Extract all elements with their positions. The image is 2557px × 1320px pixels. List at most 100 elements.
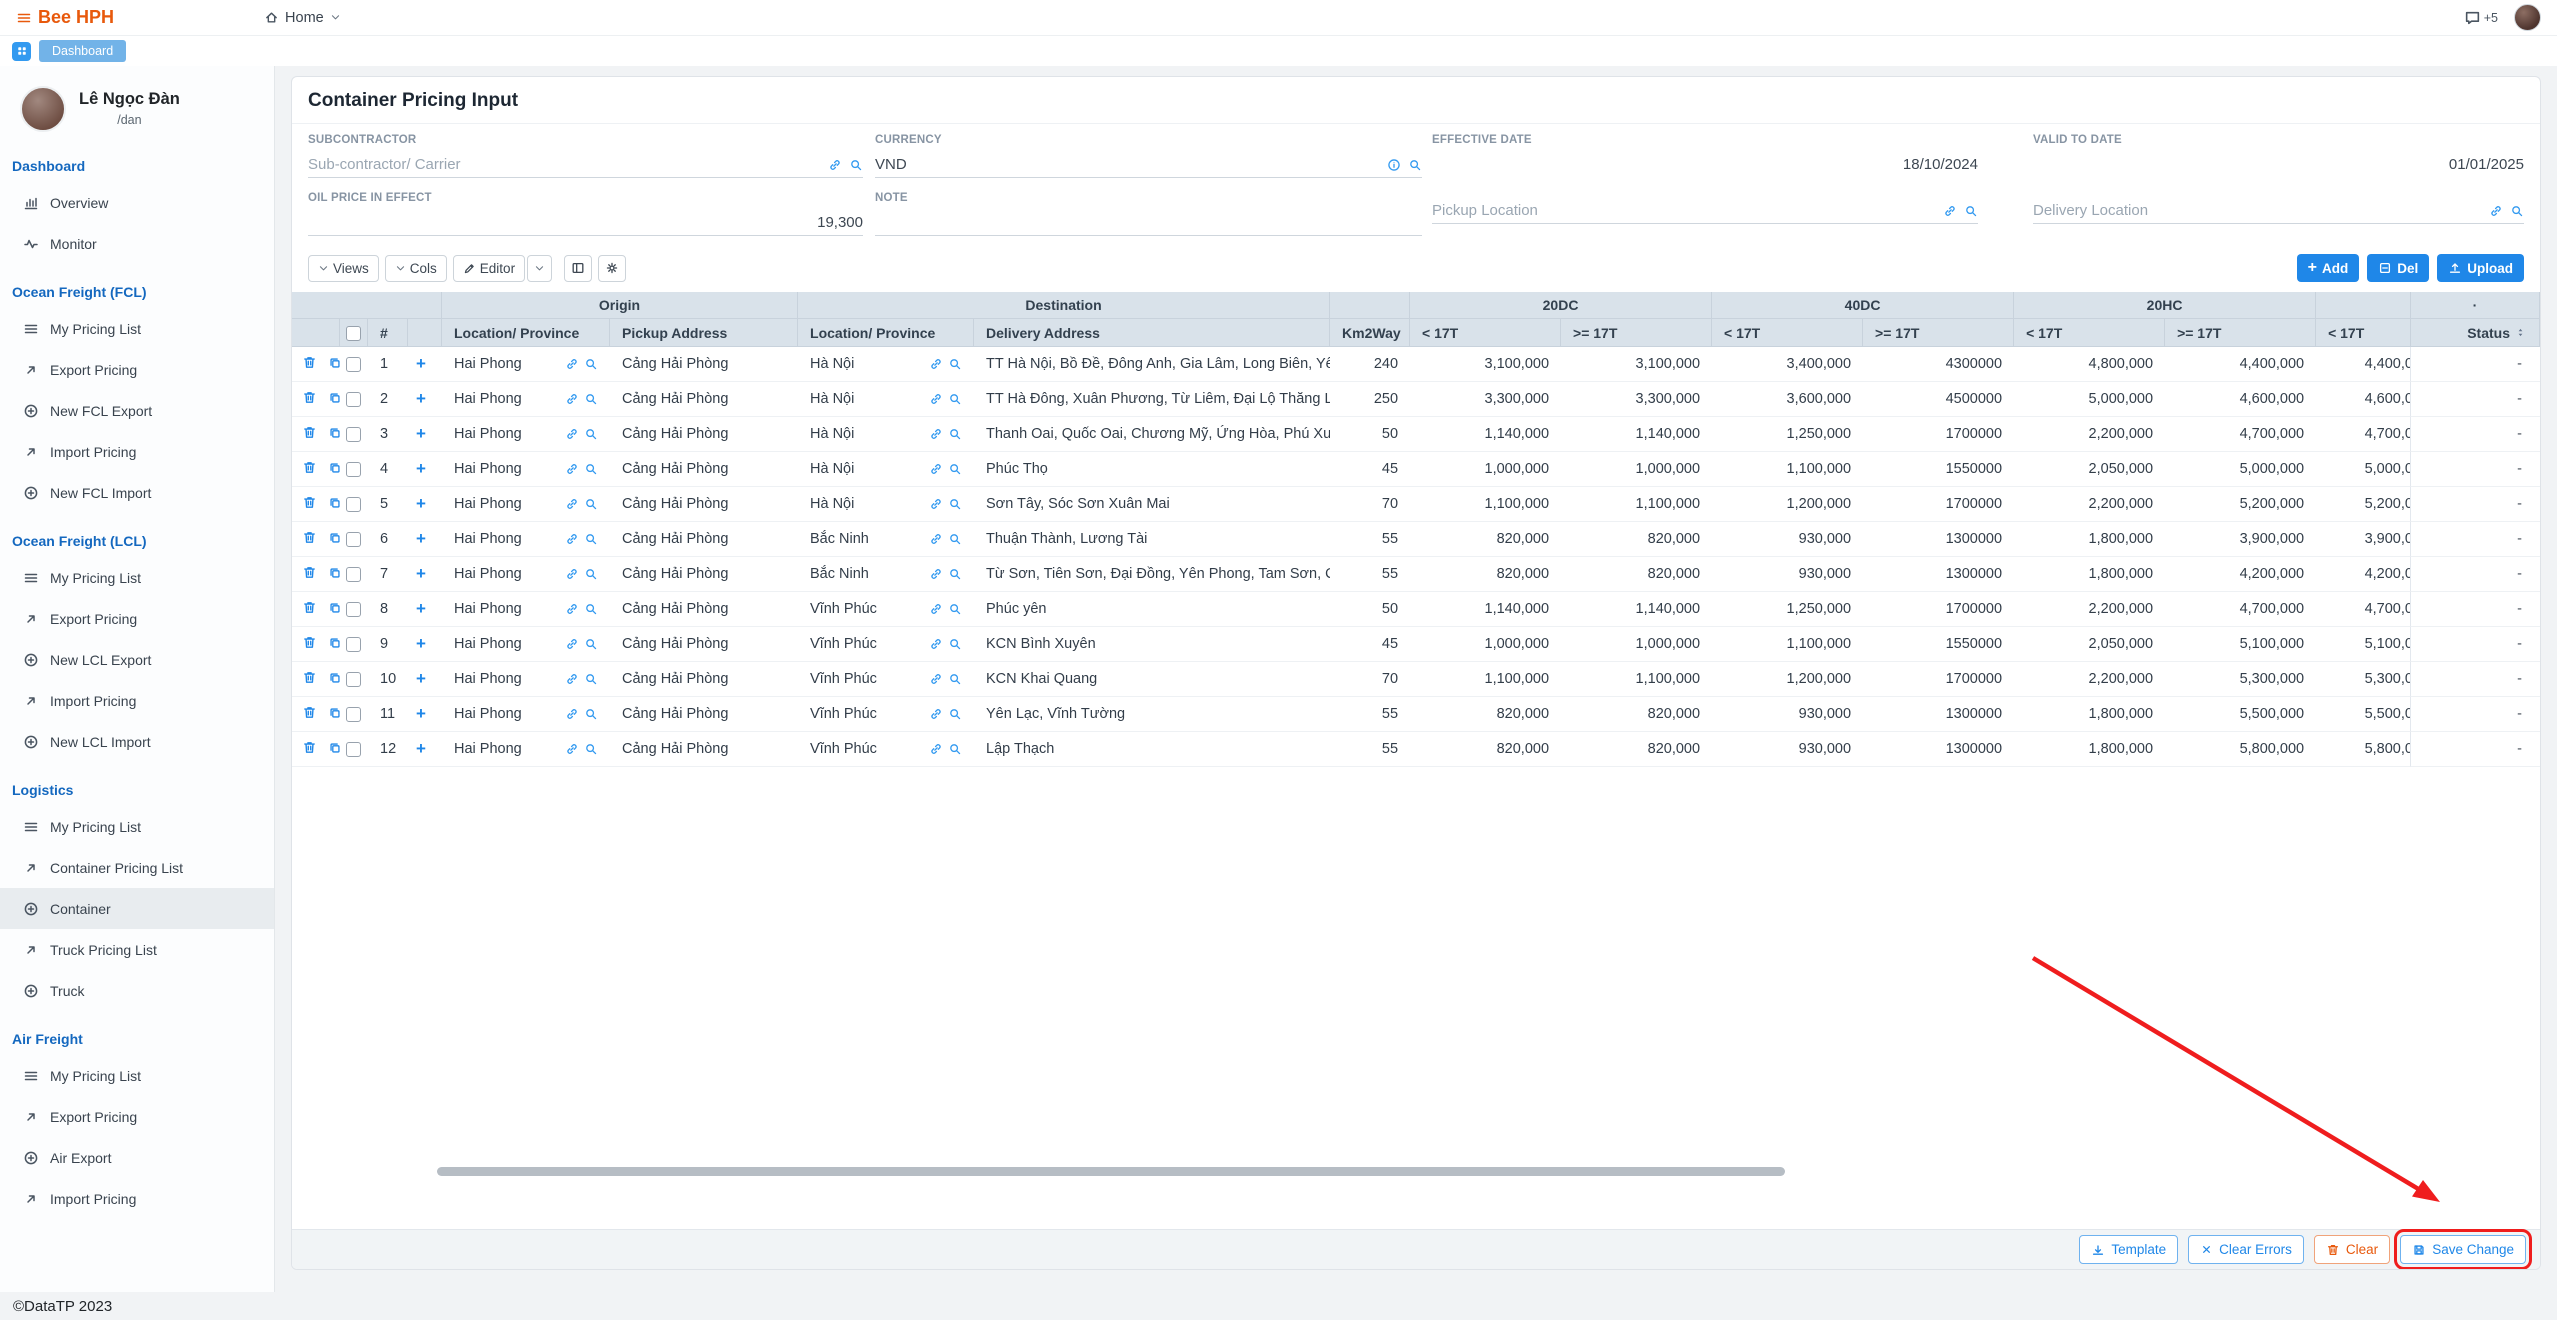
search-icon[interactable] [584,637,598,651]
clear-errors-button[interactable]: Clear Errors [2188,1235,2304,1264]
cell-20hc-lt17[interactable]: 4,800,000 [2014,347,2165,382]
cell-origin-location[interactable]: Hai Phong [442,522,610,557]
cell-20hc-lt17[interactable]: 1,800,000 [2014,557,2165,592]
cell-km2way[interactable]: 70 [1330,662,1410,697]
cell-40dc-lt17[interactable]: 930,000 [1712,522,1863,557]
cell-20dc-lt17[interactable]: 820,000 [1410,697,1561,732]
cell-20dc-gte17[interactable]: 1,000,000 [1561,627,1712,662]
cell-20hc-gte17[interactable]: 4,600,000 [2165,382,2316,417]
cell-pickup-address[interactable]: Cảng Hải Phòng [610,417,798,452]
duplicate-row-icon[interactable] [328,741,340,755]
cell-pickup-address[interactable]: Cảng Hải Phòng [610,452,798,487]
cell-40dc-gte17[interactable]: 1300000 [1863,522,2014,557]
search-icon[interactable] [584,742,598,756]
link-icon[interactable] [929,637,943,651]
duplicate-row-icon[interactable] [328,601,340,615]
dashboard-grid-icon[interactable] [12,42,31,61]
cell-20dc-gte17[interactable]: 1,100,000 [1561,662,1712,697]
cell-20dc-gte17[interactable]: 1,000,000 [1561,452,1712,487]
cell-destination-location[interactable]: Bắc Ninh [798,557,974,592]
cell-pickup-address[interactable]: Cảng Hải Phòng [610,487,798,522]
note-field[interactable] [875,210,1422,236]
link-icon[interactable] [929,672,943,686]
duplicate-row-icon[interactable] [328,531,340,545]
delete-row-icon[interactable] [302,670,317,685]
settings-button[interactable] [598,255,626,282]
search-icon[interactable] [2510,204,2524,218]
cell-40dc-lt17[interactable]: 1,200,000 [1712,487,1863,522]
cell-20hc-lt17[interactable]: 2,200,000 [2014,487,2165,522]
cell-40dc-lt17[interactable]: 1,250,000 [1712,592,1863,627]
cell-destination-location[interactable]: Hà Nội [798,452,974,487]
subcontractor-field[interactable]: Sub-contractor/ Carrier [308,152,863,178]
cell-40dc-gte17[interactable]: 1300000 [1863,732,2014,767]
duplicate-row-icon[interactable] [328,671,340,685]
cell-destination-location[interactable]: Vĩnh Phúc [798,697,974,732]
delete-row-icon[interactable] [302,565,317,580]
cell-40dc-lt17[interactable]: 1,200,000 [1712,662,1863,697]
cell-20dc-lt17[interactable]: 3,100,000 [1410,347,1561,382]
search-icon[interactable] [948,742,962,756]
link-icon[interactable] [2489,204,2503,218]
sidebar-item-monitor[interactable]: Monitor [0,223,274,264]
pickup-location-field[interactable]: Pickup Location [1432,198,1978,224]
expand-row-button[interactable]: + [416,424,426,443]
cell-destination-location[interactable]: Vĩnh Phúc [798,732,974,767]
cols-button[interactable]: Cols [385,255,447,282]
link-icon[interactable] [565,392,579,406]
sidebar-item-new-lcl-export[interactable]: New LCL Export [0,639,274,680]
cell-20hc-lt17[interactable]: 2,050,000 [2014,627,2165,662]
cell-delivery-address[interactable]: TT Hà Đông, Xuân Phương, Từ Liêm, Đại Lộ… [974,382,1330,417]
cell-origin-location[interactable]: Hai Phong [442,452,610,487]
cell-km2way[interactable]: 55 [1330,522,1410,557]
cell-origin-location[interactable]: Hai Phong [442,732,610,767]
cell-20hc-lt17[interactable]: 2,200,000 [2014,592,2165,627]
link-icon[interactable] [828,158,842,172]
expand-row-button[interactable]: + [416,354,426,373]
link-icon[interactable] [929,742,943,756]
cell-40dc-gte17[interactable]: 1300000 [1863,697,2014,732]
cell-km2way[interactable]: 45 [1330,627,1410,662]
cell-km2way[interactable]: 55 [1330,732,1410,767]
link-icon[interactable] [929,497,943,511]
delete-button[interactable]: Del [2367,254,2429,282]
cell-20dc-gte17[interactable]: 820,000 [1561,522,1712,557]
cell-destination-location[interactable]: Hà Nội [798,347,974,382]
cell-delivery-address[interactable]: TT Hà Nội, Bồ Đề, Đông Anh, Gia Lâm, Lon… [974,347,1330,382]
duplicate-row-icon[interactable] [328,356,340,370]
link-icon[interactable] [565,462,579,476]
cell-20dc-lt17[interactable]: 820,000 [1410,557,1561,592]
cell-20hc-gte17[interactable]: 3,900,000 [2165,522,2316,557]
cell-20hc-lt17[interactable]: 5,000,000 [2014,382,2165,417]
select-all-checkbox[interactable] [346,326,361,341]
link-icon[interactable] [929,462,943,476]
cell-pickup-address[interactable]: Cảng Hải Phòng [610,522,798,557]
cell-20dc-lt17[interactable]: 1,140,000 [1410,592,1561,627]
expand-row-button[interactable]: + [416,529,426,548]
link-icon[interactable] [929,602,943,616]
sidebar-item-my-pricing-list[interactable]: My Pricing List [0,308,274,349]
search-icon[interactable] [1408,158,1422,172]
nav-home-menu[interactable]: Home [264,10,341,26]
cell-delivery-address[interactable]: Từ Sơn, Tiên Sơn, Đại Đồng, Yên Phong, T… [974,557,1330,592]
link-icon[interactable] [565,427,579,441]
sidebar-item-new-lcl-import[interactable]: New LCL Import [0,721,274,762]
cell-km2way[interactable]: 55 [1330,557,1410,592]
cell-20dc-lt17[interactable]: 1,100,000 [1410,662,1561,697]
search-icon[interactable] [584,707,598,721]
user-profile[interactable]: Lê Ngọc Đàn /dan [0,76,274,138]
cell-destination-location[interactable]: Vĩnh Phúc [798,662,974,697]
cell-km2way[interactable]: 45 [1330,452,1410,487]
search-icon[interactable] [948,567,962,581]
currency-field[interactable]: VND [875,152,1422,178]
link-icon[interactable] [565,742,579,756]
cell-20hc-gte17[interactable]: 5,100,000 [2165,627,2316,662]
delivery-location-field[interactable]: Delivery Location [2033,198,2524,224]
link-icon[interactable] [565,707,579,721]
delete-row-icon[interactable] [302,460,317,475]
link-icon[interactable] [929,567,943,581]
cell-20dc-lt17[interactable]: 1,100,000 [1410,487,1561,522]
row-checkbox[interactable] [346,462,361,477]
link-icon[interactable] [929,357,943,371]
cell-delivery-address[interactable]: Thanh Oai, Quốc Oai, Chương Mỹ, Ứng Hòa,… [974,417,1330,452]
